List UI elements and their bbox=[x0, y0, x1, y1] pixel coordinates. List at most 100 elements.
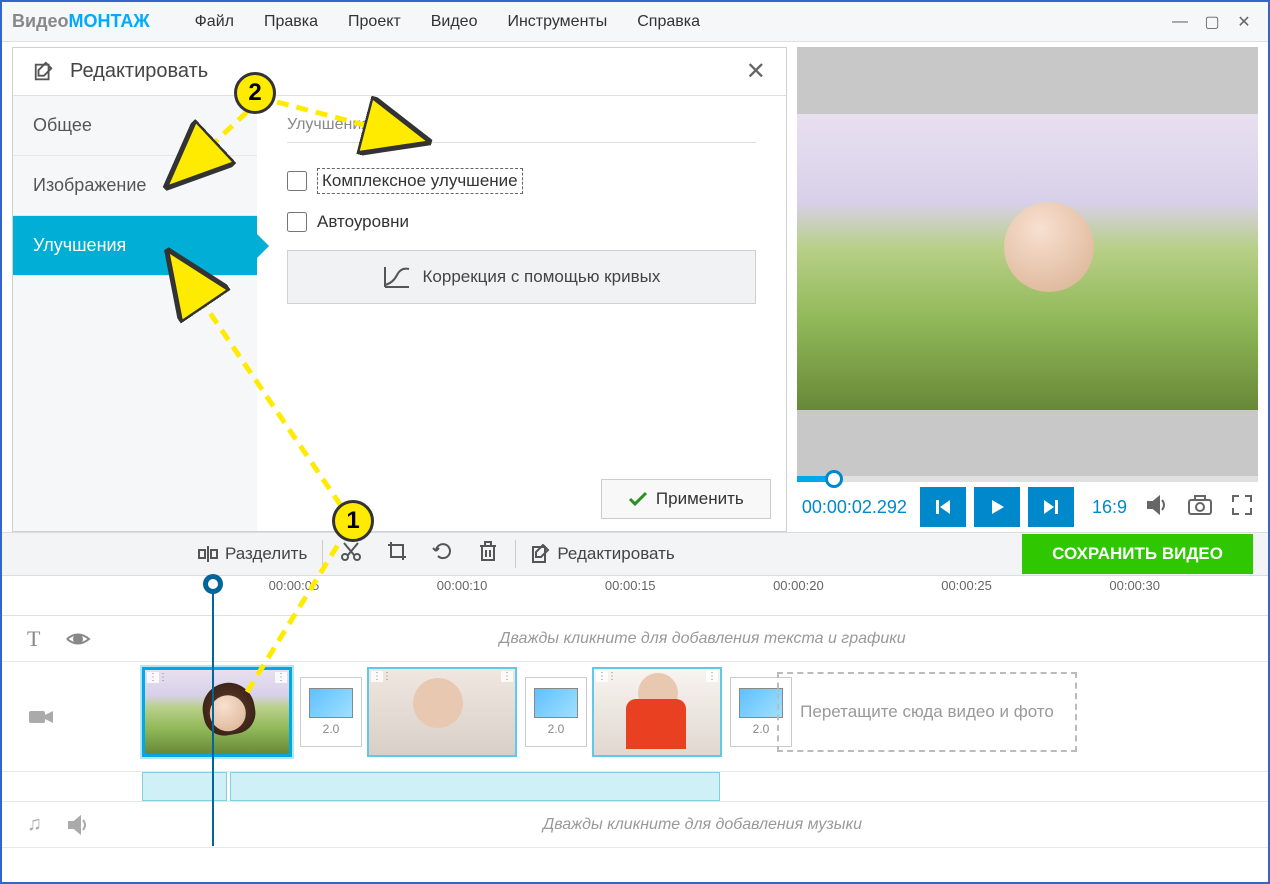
transition-duration: 2.0 bbox=[753, 722, 770, 736]
text-track: T Дважды кликните для добавления текста … bbox=[2, 616, 1268, 662]
preview-progress[interactable] bbox=[797, 476, 1258, 482]
minimize-button[interactable]: — bbox=[1166, 10, 1194, 34]
clip-grip[interactable]: ⋮⋮ bbox=[371, 671, 383, 682]
tab-content: Улучшения Комплексное улучшение Автоуров… bbox=[257, 96, 786, 531]
clip-1[interactable]: ⋮⋮ ⋮⋮ bbox=[142, 667, 292, 757]
logo-part1: Видео bbox=[12, 11, 69, 31]
next-button[interactable] bbox=[1028, 487, 1074, 527]
menu-video[interactable]: Видео bbox=[416, 13, 493, 31]
transition-icon bbox=[534, 688, 578, 718]
preview-controls: 00:00:02.292 16:9 bbox=[797, 482, 1258, 532]
edit-button[interactable]: Редактировать bbox=[521, 544, 684, 564]
play-button[interactable] bbox=[974, 487, 1020, 527]
annotation-badge-2: 2 bbox=[234, 72, 276, 114]
clip-grip[interactable]: ⋮⋮ bbox=[501, 671, 513, 682]
audio-strip-track bbox=[2, 772, 1268, 802]
menubar: ВидеоМОНТАЖ Файл Правка Проект Видео Инс… bbox=[2, 2, 1268, 42]
tab-enhance[interactable]: Улучшения bbox=[13, 216, 257, 276]
edit-panel: Редактировать ✕ Общее Изображение Улучше… bbox=[12, 47, 787, 532]
panel-header: Редактировать ✕ bbox=[13, 48, 786, 96]
maximize-button[interactable]: ▢ bbox=[1198, 10, 1226, 34]
music-track-body[interactable]: Дважды кликните для добавления музыки bbox=[137, 802, 1268, 847]
ruler-tick-label: 00:00:20 bbox=[773, 578, 824, 593]
clip-2[interactable]: ⋮⋮ ⋮⋮ bbox=[367, 667, 517, 757]
video-frame bbox=[797, 114, 1258, 410]
checkbox-complex-enhance[interactable]: Комплексное улучшение bbox=[287, 168, 756, 194]
checkbox-autolevels[interactable]: Автоуровни bbox=[287, 212, 756, 232]
drop-zone[interactable]: Перетащите сюда видео и фото bbox=[777, 672, 1077, 752]
pencil-icon bbox=[531, 544, 551, 564]
playhead-handle[interactable] bbox=[203, 574, 223, 594]
text-track-hint: Дважды кликните для добавления текста и … bbox=[137, 630, 1268, 648]
edit-label: Редактировать bbox=[557, 544, 674, 564]
menu-edit[interactable]: Правка bbox=[249, 13, 333, 31]
transition-1[interactable]: 2.0 bbox=[300, 677, 362, 747]
timecode: 00:00:02.292 bbox=[802, 497, 907, 518]
fullscreen-icon[interactable] bbox=[1231, 494, 1253, 521]
music-track-hint: Дважды кликните для добавления музыки bbox=[137, 816, 1268, 834]
split-icon bbox=[197, 544, 219, 564]
timeline: 00:00:05 00:00:10 00:00:15 00:00:20 00:0… bbox=[2, 576, 1268, 848]
tab-general[interactable]: Общее bbox=[13, 96, 257, 156]
close-button[interactable]: ✕ bbox=[1230, 10, 1258, 34]
side-tabs: Общее Изображение Улучшения bbox=[13, 96, 257, 531]
transition-2[interactable]: 2.0 bbox=[525, 677, 587, 747]
panel-body: Общее Изображение Улучшения Улучшения Ко… bbox=[13, 96, 786, 531]
crop-icon[interactable] bbox=[374, 540, 420, 568]
menu-file[interactable]: Файл bbox=[180, 13, 249, 31]
transition-duration: 2.0 bbox=[548, 722, 565, 736]
logo-part2: МОНТАЖ bbox=[69, 11, 150, 31]
ruler-marks: 00:00:05 00:00:10 00:00:15 00:00:20 00:0… bbox=[137, 576, 1258, 615]
ruler-tick-label: 00:00:25 bbox=[941, 578, 992, 593]
progress-handle[interactable] bbox=[825, 470, 843, 488]
music-track-head: ♫ bbox=[2, 802, 137, 847]
clip-grip[interactable]: ⋮⋮ bbox=[275, 672, 287, 683]
video-track: ⋮⋮ ⋮⋮ 2.0 ⋮⋮ ⋮⋮ 2.0 ⋮⋮ ⋮⋮ 2.0 Перетащите сю… bbox=[2, 662, 1268, 772]
video-track-body[interactable]: ⋮⋮ ⋮⋮ 2.0 ⋮⋮ ⋮⋮ 2.0 ⋮⋮ ⋮⋮ 2.0 Перетащите сю… bbox=[137, 662, 1268, 771]
aspect-ratio[interactable]: 16:9 bbox=[1092, 497, 1127, 518]
split-button[interactable]: Разделить bbox=[187, 544, 317, 564]
clip-grip[interactable]: ⋮⋮ bbox=[706, 671, 718, 682]
ruler[interactable]: 00:00:05 00:00:10 00:00:15 00:00:20 00:0… bbox=[2, 576, 1268, 616]
camera-icon[interactable] bbox=[1187, 494, 1213, 521]
volume-icon[interactable] bbox=[1145, 494, 1169, 521]
separator bbox=[515, 540, 516, 568]
section-title: Улучшения bbox=[287, 116, 756, 143]
music-track: ♫ Дважды кликните для добавления музыки bbox=[2, 802, 1268, 848]
clip-grip[interactable]: ⋮⋮ bbox=[596, 671, 608, 682]
rotate-icon[interactable] bbox=[420, 540, 466, 568]
clip-3[interactable]: ⋮⋮ ⋮⋮ bbox=[592, 667, 722, 757]
audio-strip-body[interactable] bbox=[137, 772, 1268, 801]
video-track-head bbox=[2, 662, 137, 771]
save-video-button[interactable]: СОХРАНИТЬ ВИДЕО bbox=[1022, 534, 1253, 574]
curves-label: Коррекция с помощью кривых bbox=[423, 267, 661, 287]
transition-icon bbox=[309, 688, 353, 718]
audio-segment[interactable] bbox=[230, 772, 720, 801]
prev-button[interactable] bbox=[920, 487, 966, 527]
checkbox-autolevels-label: Автоуровни bbox=[317, 212, 409, 232]
speaker-icon[interactable] bbox=[67, 815, 91, 835]
text-icon[interactable]: T bbox=[27, 626, 40, 652]
clip-grip[interactable]: ⋮⋮ bbox=[147, 672, 159, 683]
edit-icon bbox=[33, 61, 55, 83]
cut-icon[interactable] bbox=[328, 540, 374, 568]
curves-button[interactable]: Коррекция с помощью кривых bbox=[287, 250, 756, 304]
menu-tools[interactable]: Инструменты bbox=[492, 13, 622, 31]
audio-segment[interactable] bbox=[142, 772, 227, 801]
tab-image[interactable]: Изображение bbox=[13, 156, 257, 216]
text-track-body[interactable]: Дважды кликните для добавления текста и … bbox=[137, 616, 1268, 661]
video-icon[interactable] bbox=[27, 707, 55, 727]
menu-project[interactable]: Проект bbox=[333, 13, 416, 31]
checkbox-complex-label: Комплексное улучшение bbox=[317, 168, 523, 194]
checkbox-autolevels-input[interactable] bbox=[287, 212, 307, 232]
visibility-icon[interactable] bbox=[65, 630, 91, 648]
audio-strip-head bbox=[2, 772, 137, 801]
checkbox-complex-input[interactable] bbox=[287, 171, 307, 191]
panel-close-button[interactable]: ✕ bbox=[746, 57, 766, 86]
menu-help[interactable]: Справка bbox=[622, 13, 715, 31]
playhead[interactable] bbox=[212, 576, 214, 846]
apply-button[interactable]: Применить bbox=[601, 479, 771, 519]
music-icon[interactable]: ♫ bbox=[27, 813, 42, 836]
delete-icon[interactable] bbox=[466, 540, 510, 568]
ruler-tick-label: 00:00:15 bbox=[605, 578, 656, 593]
